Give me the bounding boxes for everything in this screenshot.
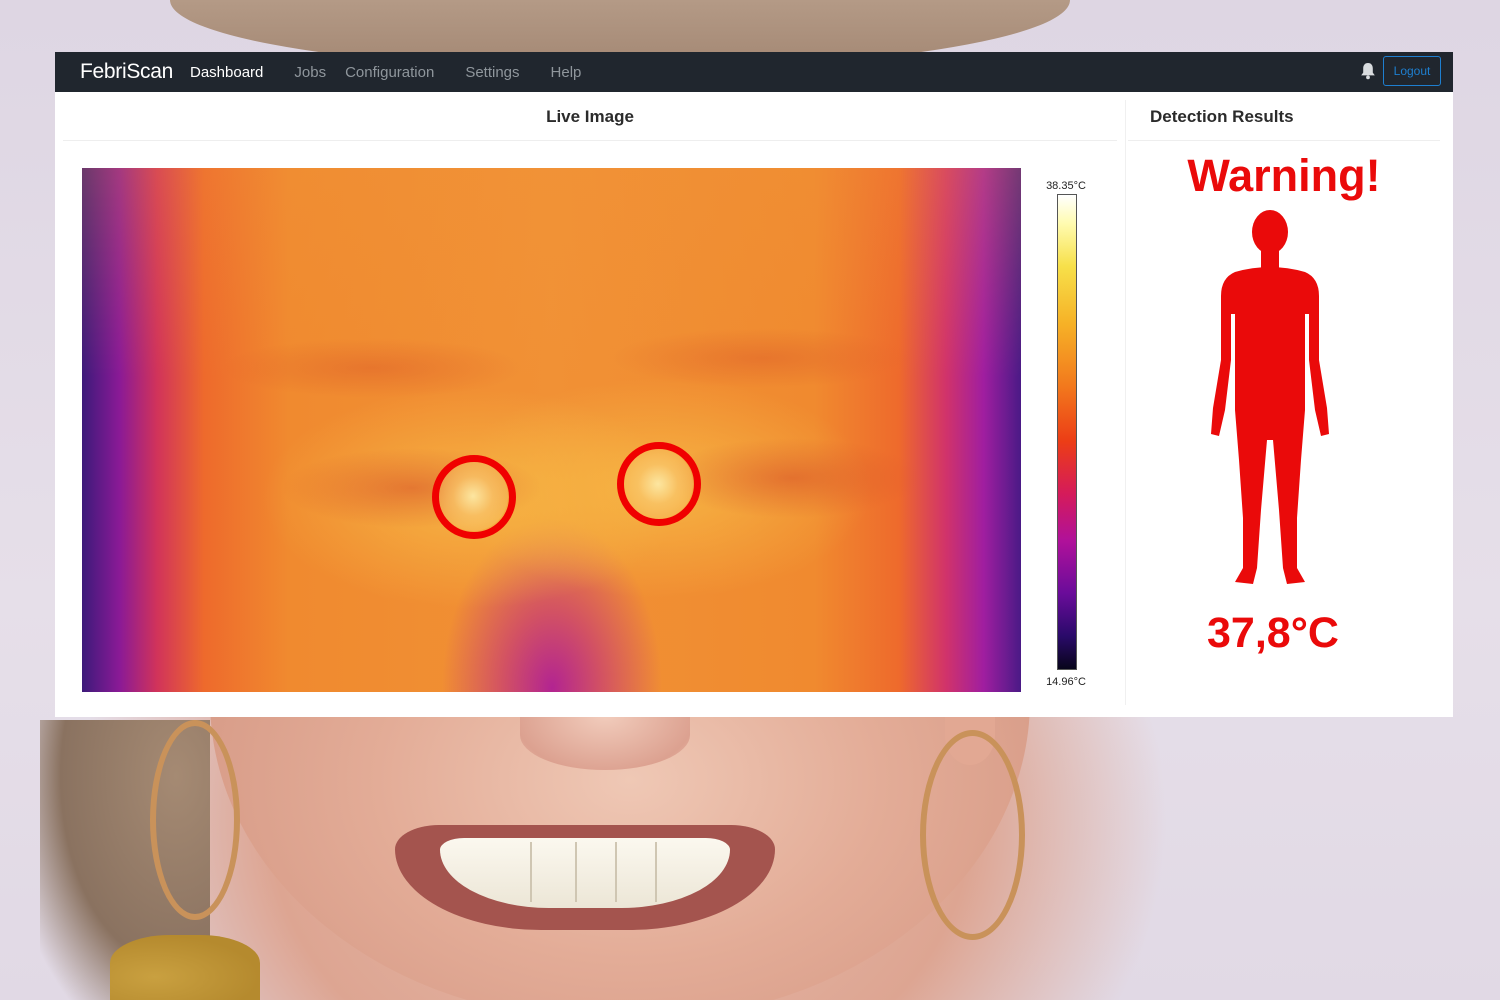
- tooth-gap: [615, 842, 617, 902]
- top-navbar: FebriScan Dashboard Jobs Configuration S…: [55, 52, 1453, 92]
- thermal-live-image: [82, 168, 1021, 692]
- nav-dashboard[interactable]: Dashboard: [190, 64, 263, 81]
- febriscan-app-window: FebriScan Dashboard Jobs Configuration S…: [55, 52, 1453, 717]
- temperature-color-scale: [1057, 194, 1077, 670]
- nav-configuration[interactable]: Configuration: [345, 64, 434, 81]
- detection-results-header: Detection Results: [1128, 93, 1440, 141]
- scarf: [110, 935, 260, 1000]
- live-image-header: Live Image: [63, 93, 1117, 141]
- logout-button[interactable]: Logout: [1383, 56, 1441, 86]
- brand-logo[interactable]: FebriScan: [80, 60, 190, 84]
- scale-min-label: 14.96°C: [1046, 676, 1086, 688]
- tooth-gap: [655, 842, 657, 902]
- hoop-earring-right: [920, 730, 1025, 940]
- bell-icon[interactable]: [1359, 61, 1377, 81]
- thermal-facial-features: [82, 168, 1021, 692]
- nav-jobs[interactable]: Jobs: [294, 64, 326, 81]
- tooth-gap: [530, 842, 532, 902]
- scale-max-label: 38.35°C: [1046, 180, 1086, 192]
- nav-links: Dashboard Jobs Configuration Settings He…: [190, 64, 612, 81]
- tooth-gap: [575, 842, 577, 902]
- hoop-earring-left: [150, 720, 240, 920]
- hotspot-marker-left: [432, 455, 516, 539]
- human-body-icon: [1211, 210, 1329, 584]
- warning-status: Warning!: [1187, 150, 1381, 201]
- nav-help[interactable]: Help: [551, 64, 582, 81]
- navbar-right: Logout: [1359, 56, 1441, 86]
- nav-settings[interactable]: Settings: [465, 64, 519, 81]
- hotspot-marker-right: [617, 442, 701, 526]
- panel-divider: [1125, 100, 1126, 705]
- temperature-reading: 37,8°C: [1207, 609, 1339, 657]
